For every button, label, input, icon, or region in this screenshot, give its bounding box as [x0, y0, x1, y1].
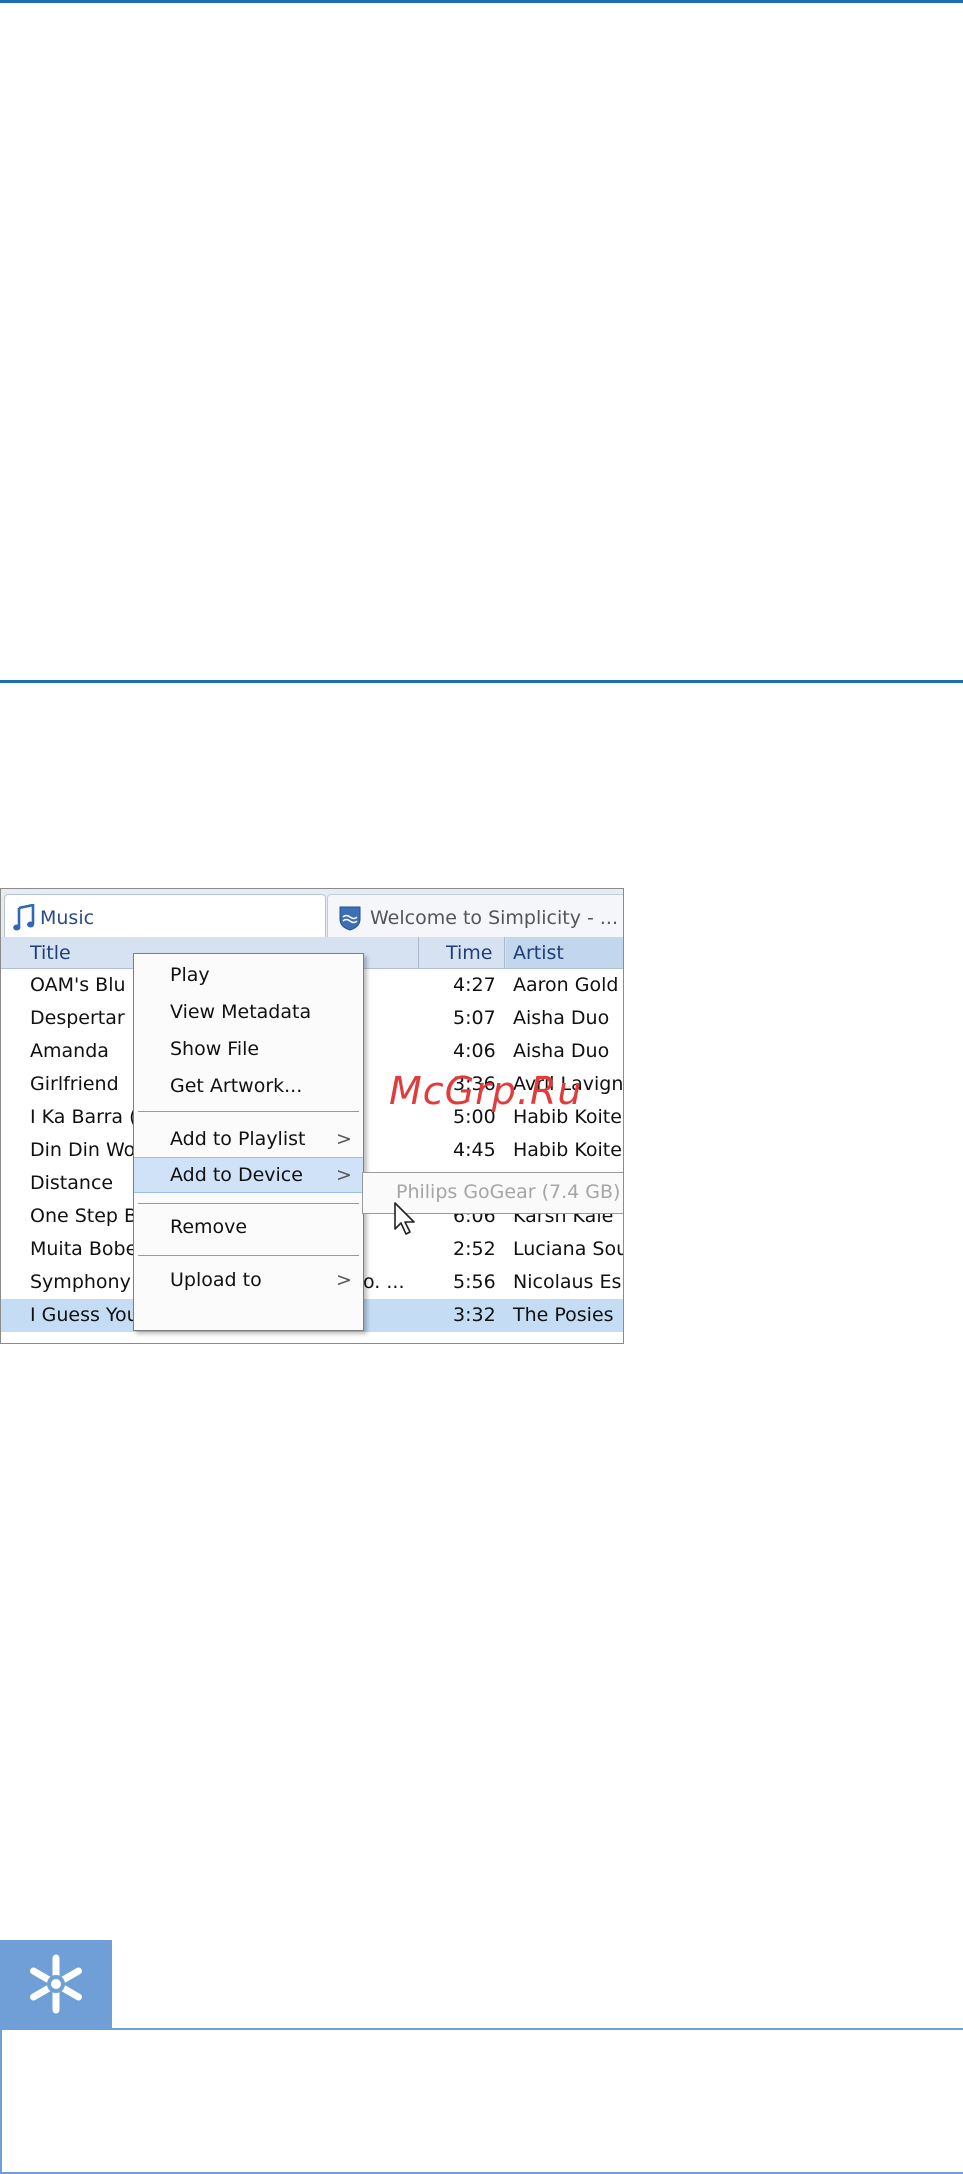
music-note-icon [13, 904, 35, 931]
tab-music-label: Music [40, 907, 95, 929]
menu-item-label: Add to Device [170, 1164, 303, 1186]
chevron-right-icon: > [336, 1164, 352, 1186]
row-title: OAM's Blu [30, 974, 126, 996]
tab-welcome[interactable]: Welcome to Simplicity - ... [327, 894, 623, 938]
row-time: 3:32 [453, 1304, 496, 1326]
menu-item-label: Show File [170, 1038, 260, 1060]
row-title: Muita Bobe [30, 1238, 138, 1260]
tip-box [0, 2028, 963, 2174]
row-title: Girlfriend [30, 1073, 119, 1095]
mouse-pointer-icon [394, 1202, 415, 1235]
row-time: 5:56 [453, 1271, 496, 1293]
column-artist[interactable]: Artist [513, 942, 564, 964]
row-title: One Step B [30, 1205, 138, 1227]
row-time: 4:45 [453, 1139, 496, 1161]
top-rule [0, 0, 963, 3]
row-title: Distance [30, 1172, 114, 1194]
row-artist: Aisha Duo [513, 1007, 610, 1029]
menu-item-label: Upload to [170, 1269, 262, 1291]
menu-item-label: Get Artwork... [170, 1075, 303, 1097]
row-time: 2:52 [453, 1238, 496, 1260]
row-time: 4:06 [453, 1040, 496, 1062]
row-artist: Luciana Sou [513, 1238, 624, 1260]
row-title: Din Din Wo [30, 1139, 136, 1161]
menu-separator [138, 1111, 359, 1112]
row-album-fragment: o. ... [363, 1271, 405, 1293]
row-artist: Nicolaus Es [513, 1271, 622, 1293]
row-time: 5:07 [453, 1007, 496, 1029]
menu-item-play[interactable]: Play [134, 958, 363, 992]
menu-item-philips-gogear[interactable]: Philips GoGear (7.4 GB) [396, 1181, 620, 1203]
menu-separator [138, 1255, 359, 1256]
menu-item-label: View Metadata [170, 1001, 312, 1023]
watermark: McGrp.Ru [389, 1069, 583, 1113]
tab-music[interactable]: Music [4, 894, 326, 938]
tip-badge [0, 1940, 112, 2028]
row-artist: Aisha Duo [513, 1040, 610, 1062]
column-time[interactable]: Time [446, 942, 493, 964]
column-separator [418, 937, 419, 968]
row-title: Amanda [30, 1040, 109, 1062]
row-artist: The Posies [513, 1304, 614, 1326]
menu-item-add-to-playlist[interactable]: Add to Playlist > [134, 1122, 363, 1156]
chevron-right-icon: > [336, 1269, 352, 1291]
menu-item-add-to-device[interactable]: Add to Device > [134, 1157, 363, 1193]
row-title: I Ka Barra ( [30, 1106, 137, 1128]
philips-shield-icon [339, 906, 361, 931]
column-separator [504, 937, 505, 968]
tab-bar: Music Welcome to Simplicity - ... [1, 889, 623, 938]
menu-item-view-metadata[interactable]: View Metadata [134, 995, 363, 1029]
row-title: Despertar [30, 1007, 125, 1029]
menu-item-label: Add to Playlist [170, 1128, 306, 1150]
media-library-screenshot: Music Welcome to Simplicity - ... Title … [0, 888, 624, 1344]
menu-item-label: Remove [170, 1216, 248, 1238]
chevron-right-icon: > [336, 1128, 352, 1150]
menu-separator [138, 1203, 359, 1204]
menu-item-remove[interactable]: Remove [134, 1210, 363, 1244]
section-rule [0, 680, 963, 683]
menu-item-show-file[interactable]: Show File [134, 1032, 363, 1066]
row-artist: Habib Koite [513, 1139, 622, 1161]
menu-item-upload-to[interactable]: Upload to > [134, 1263, 363, 1297]
row-time: 4:27 [453, 974, 496, 996]
menu-item-label: Play [170, 964, 210, 986]
asterisk-icon [30, 1954, 82, 2014]
context-menu: Play View Metadata Show File Get Artwork… [133, 953, 364, 1331]
row-title: Symphony [30, 1271, 131, 1293]
menu-item-get-artwork[interactable]: Get Artwork... [134, 1069, 363, 1103]
row-artist: Aaron Gold [513, 974, 619, 996]
column-title[interactable]: Title [30, 942, 71, 964]
tab-welcome-label: Welcome to Simplicity - ... [370, 907, 619, 929]
